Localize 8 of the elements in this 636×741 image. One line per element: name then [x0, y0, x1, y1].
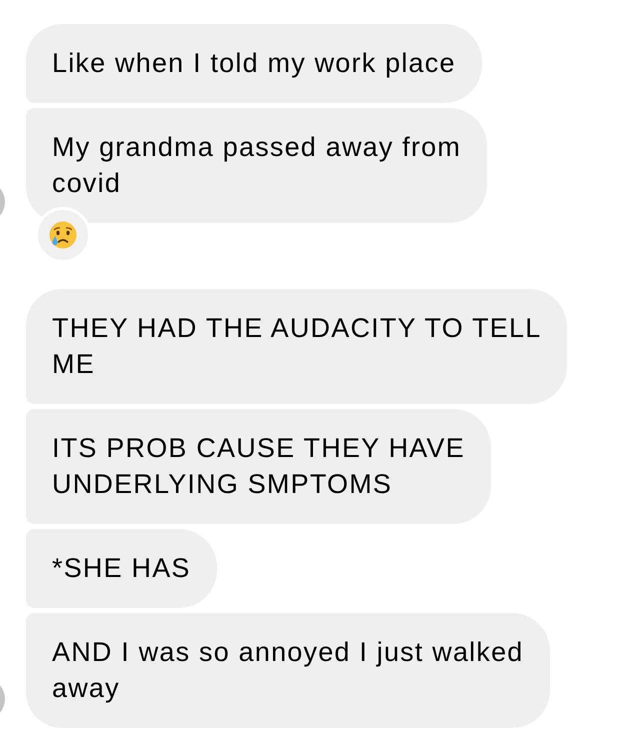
avatar-icon [0, 188, 6, 216]
message-bubble: ITS PROB CAUSE THEY HAVE UNDERLYING SMPTOMS [26, 409, 491, 524]
avatar-icon [0, 685, 6, 713]
message-bubble: My grandma passed away from covid [26, 108, 488, 223]
message-bubble: AND I was so annoyed I just walked away [26, 613, 550, 728]
message-bubble: *SHE HAS [26, 529, 217, 608]
message-bubble: THEY HAD THE AUDACITY TO TELL ME [26, 289, 568, 404]
message-bubble: Like when I told my work place [26, 24, 482, 103]
